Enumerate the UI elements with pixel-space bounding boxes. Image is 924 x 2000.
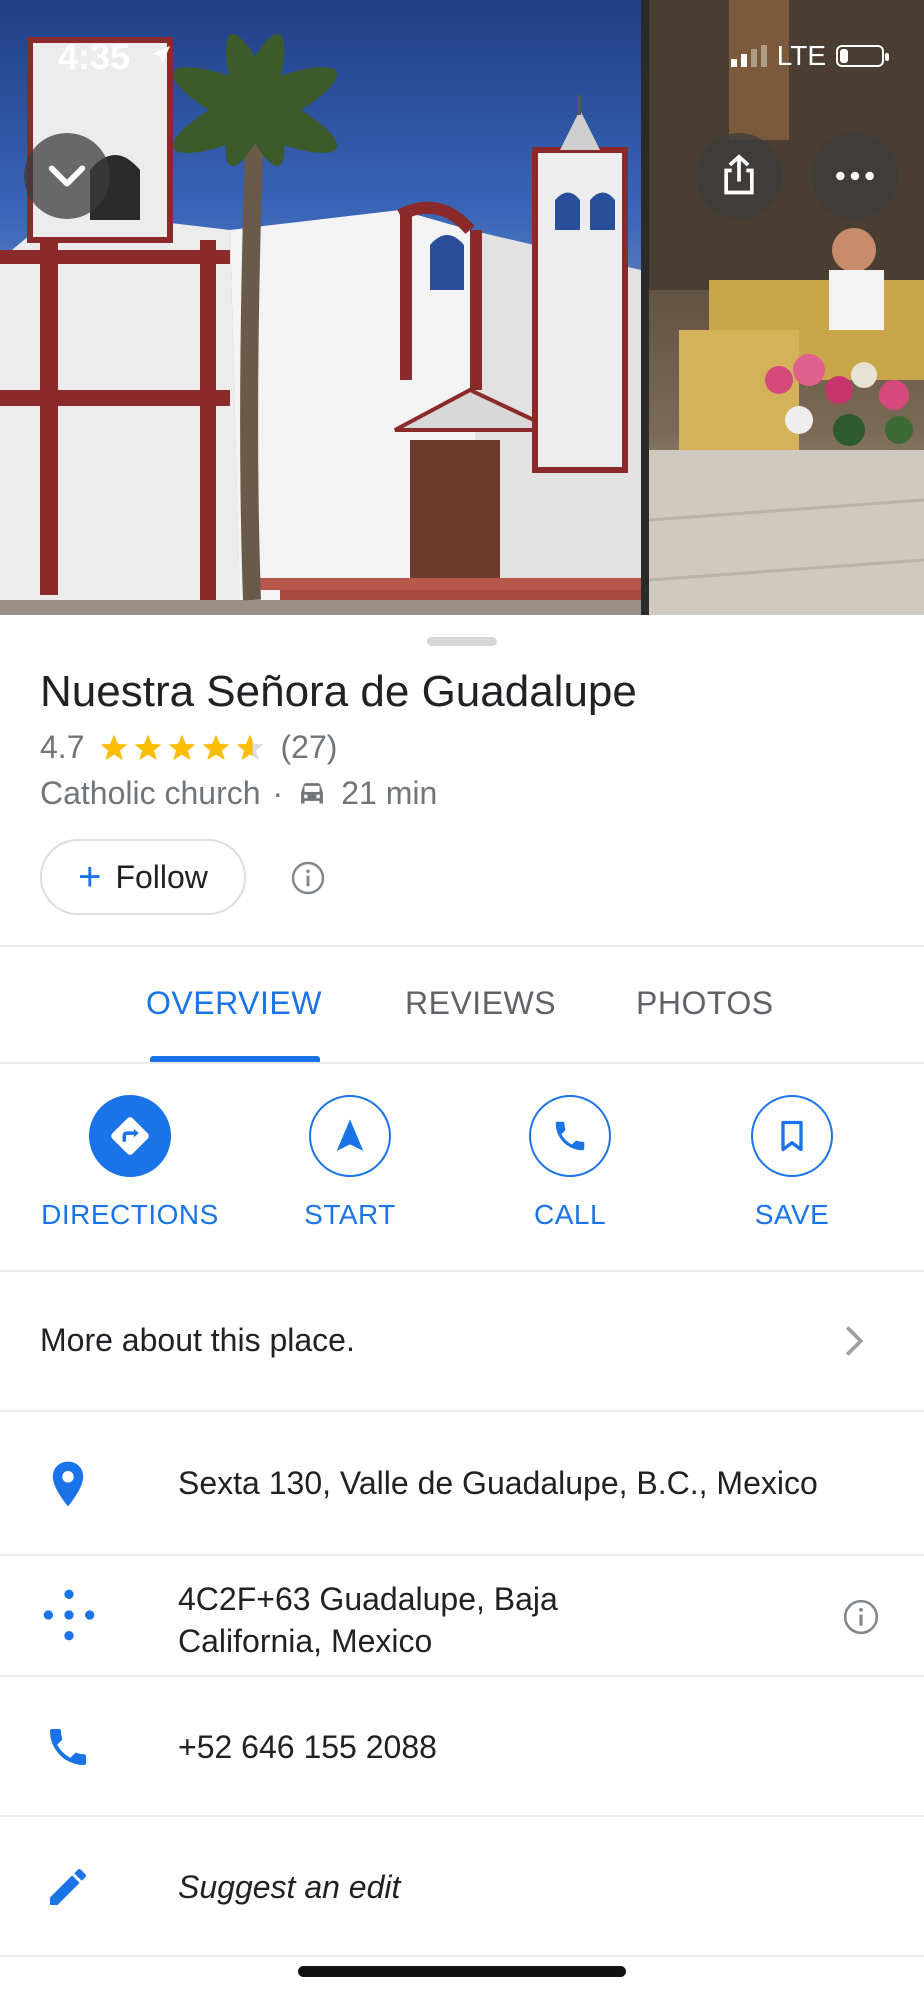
start-button[interactable]: START bbox=[250, 1095, 450, 1231]
church-exterior-photo[interactable] bbox=[0, 0, 641, 615]
place-sheet: Nuestra Señora de Guadalupe 4.7 (27) Cat… bbox=[0, 615, 924, 2000]
star-full-icon bbox=[203, 734, 230, 760]
divider bbox=[0, 1955, 924, 1957]
plus-icon: + bbox=[78, 855, 102, 899]
phone-number: +52 646 155 2088 bbox=[178, 1729, 437, 1765]
place-category: Catholic church bbox=[40, 775, 261, 811]
plus-code-line1: 4C2F+63 Guadalupe, Baja bbox=[178, 1581, 558, 1617]
status-indicators: LTE bbox=[730, 40, 889, 72]
share-icon bbox=[724, 154, 754, 195]
navigation-arrow-icon bbox=[336, 1119, 364, 1151]
separator-dot: · bbox=[272, 775, 284, 811]
share-button[interactable] bbox=[696, 133, 782, 219]
tab-reviews[interactable]: REVIEWS bbox=[405, 985, 556, 1022]
follow-button[interactable]: + Follow bbox=[40, 839, 246, 915]
more-horizontal-icon bbox=[836, 171, 874, 181]
directions-icon bbox=[111, 1117, 149, 1155]
meta-row: Catholic church · 21 min bbox=[40, 775, 437, 812]
address-text: Sexta 130, Valle de Guadalupe, B.C., Mex… bbox=[178, 1465, 818, 1501]
divider bbox=[0, 945, 924, 947]
bookmark-icon bbox=[781, 1120, 803, 1152]
more-options-button[interactable] bbox=[812, 133, 898, 219]
plus-code-row[interactable]: 4C2F+63 Guadalupe, Baja California, Mexi… bbox=[0, 1556, 924, 1674]
star-rating bbox=[98, 732, 266, 764]
directions-label: DIRECTIONS bbox=[41, 1199, 219, 1230]
start-icon-circle bbox=[309, 1095, 391, 1177]
follow-label: Follow bbox=[115, 858, 208, 895]
car-icon bbox=[301, 782, 324, 804]
tab-overview[interactable]: OVERVIEW bbox=[146, 985, 322, 1022]
chevron-down-icon bbox=[48, 165, 86, 187]
battery-icon bbox=[836, 45, 889, 67]
divider bbox=[0, 1062, 924, 1064]
directions-button[interactable]: DIRECTIONS bbox=[30, 1095, 230, 1231]
rating-row[interactable]: 4.7 (27) bbox=[40, 729, 337, 766]
tab-photos[interactable]: PHOTOS bbox=[636, 985, 774, 1022]
call-label: CALL bbox=[533, 1199, 607, 1230]
collapse-button[interactable] bbox=[24, 133, 110, 219]
save-icon-circle bbox=[751, 1095, 833, 1177]
photo-strip[interactable]: 4:35 LTE bbox=[0, 0, 924, 615]
save-button[interactable]: SAVE bbox=[692, 1095, 892, 1231]
rating-value: 4.7 bbox=[40, 729, 85, 765]
location-arrow-icon bbox=[151, 45, 171, 65]
info-icon[interactable] bbox=[842, 1598, 880, 1636]
star-half-icon bbox=[237, 734, 264, 760]
travel-time: 21 min bbox=[341, 775, 438, 811]
plus-code-text: 4C2F+63 Guadalupe, Baja California, Mexi… bbox=[178, 1578, 558, 1662]
network-type: LTE bbox=[776, 40, 826, 71]
drag-handle[interactable] bbox=[427, 637, 497, 646]
call-icon-circle bbox=[529, 1095, 611, 1177]
more-about-label: More about this place. bbox=[40, 1322, 355, 1358]
start-label: START bbox=[304, 1199, 396, 1230]
signal-icon bbox=[730, 45, 767, 67]
location-pin-icon bbox=[52, 1461, 84, 1507]
star-full-icon bbox=[135, 734, 162, 760]
church-interior-photo[interactable] bbox=[649, 0, 924, 615]
chevron-right-icon bbox=[845, 1326, 864, 1356]
phone-row[interactable]: +52 646 155 2088 bbox=[0, 1677, 924, 1815]
address-row[interactable]: Sexta 130, Valle de Guadalupe, B.C., Mex… bbox=[0, 1412, 924, 1552]
star-full-icon bbox=[101, 734, 128, 760]
star-full-icon bbox=[169, 734, 196, 760]
call-button[interactable]: CALL bbox=[470, 1095, 670, 1231]
info-icon[interactable] bbox=[290, 860, 326, 896]
suggest-edit-row[interactable]: Suggest an edit bbox=[0, 1817, 924, 1955]
suggest-edit-label: Suggest an edit bbox=[178, 1869, 401, 1905]
phone-icon bbox=[555, 1121, 585, 1151]
plus-code-line2: California, Mexico bbox=[178, 1623, 433, 1659]
status-time: 4:35 bbox=[58, 36, 131, 77]
plus-code-icon bbox=[43, 1589, 95, 1641]
pencil-icon bbox=[50, 1868, 86, 1905]
place-title: Nuestra Señora de Guadalupe bbox=[40, 667, 637, 716]
review-count: (27) bbox=[280, 729, 338, 765]
phone-icon bbox=[50, 1729, 86, 1765]
home-indicator[interactable] bbox=[298, 1966, 626, 1977]
more-about-row[interactable]: More about this place. bbox=[0, 1272, 924, 1410]
directions-icon-circle bbox=[89, 1095, 171, 1177]
save-label: SAVE bbox=[754, 1199, 830, 1230]
